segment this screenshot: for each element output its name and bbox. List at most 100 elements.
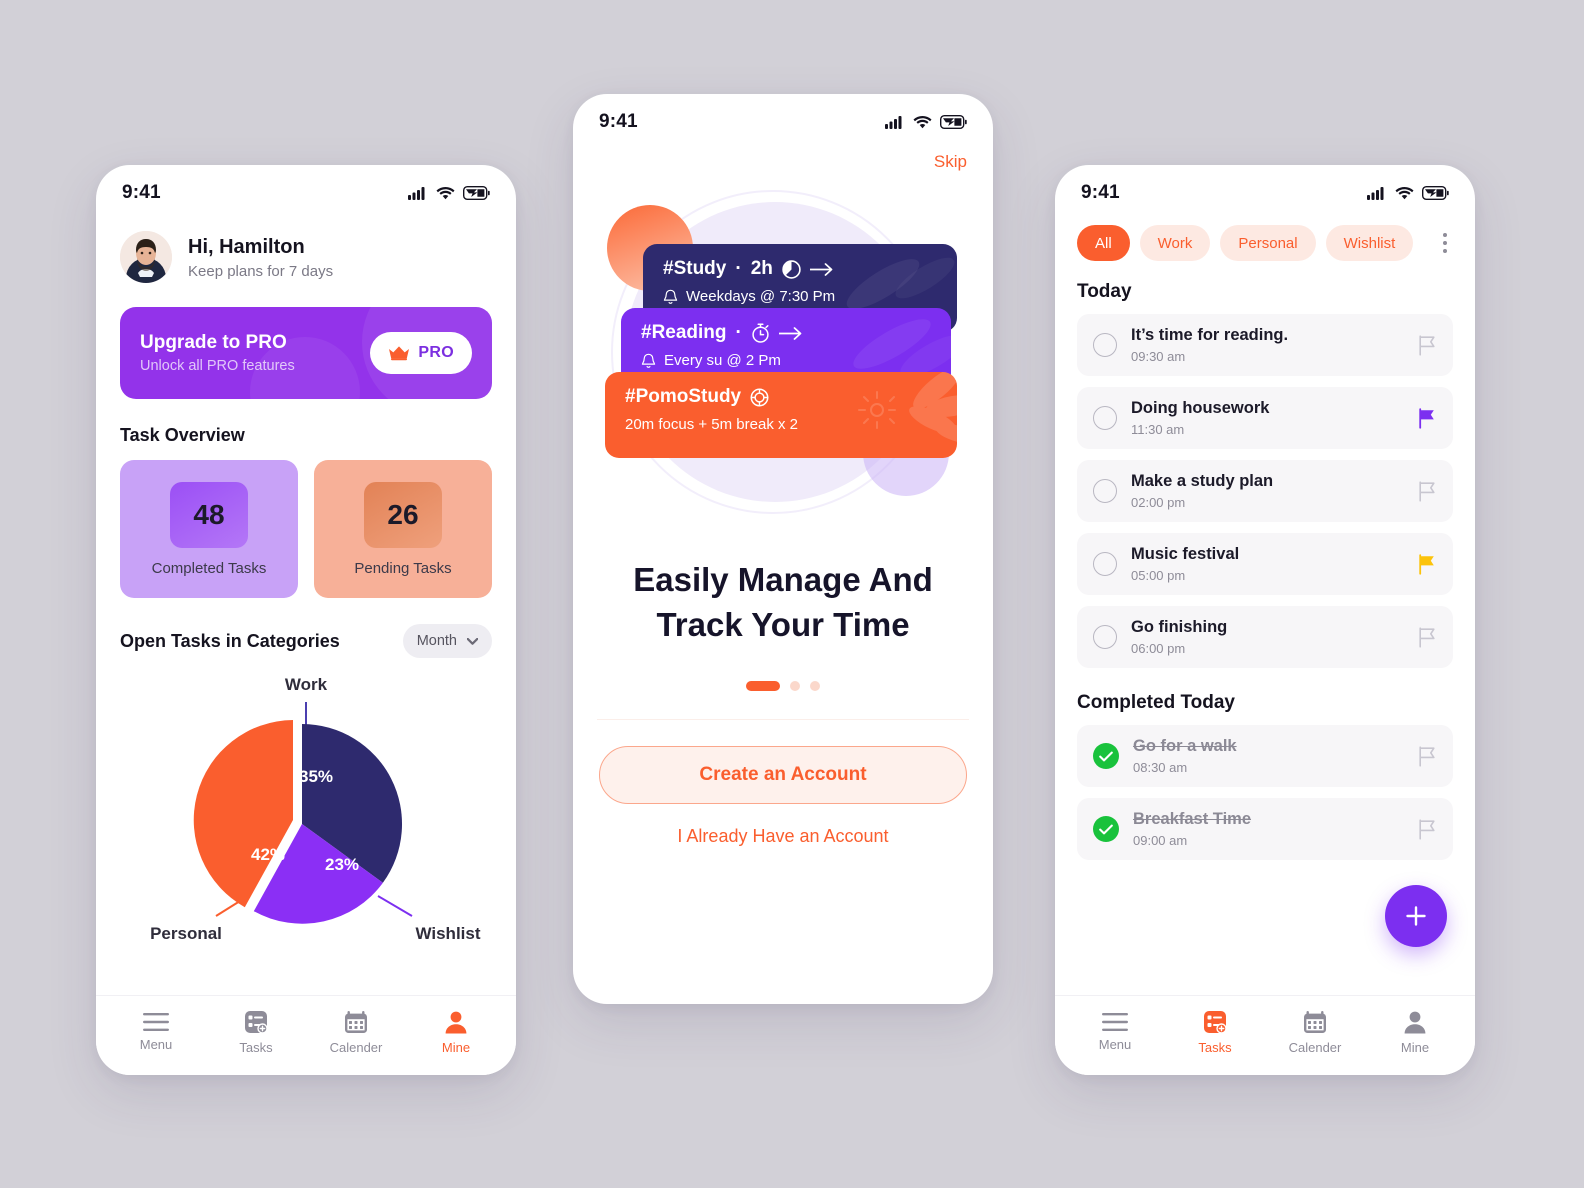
task-time: 09:30 am	[1131, 349, 1186, 364]
task-row[interactable]: Make a study plan 02:00 pm	[1077, 460, 1453, 522]
pie-leader-wishlist	[377, 895, 413, 917]
headline-line-1: Easily Manage And	[633, 561, 933, 598]
onboarding-headline: Easily Manage And Track Your Time	[573, 558, 993, 647]
categories-header: Open Tasks in Categories Month	[120, 624, 492, 658]
filter-chip-work[interactable]: Work	[1139, 225, 1211, 261]
pagination-dot-2[interactable]	[790, 681, 800, 692]
create-account-button[interactable]: Create an Account	[599, 746, 967, 805]
pending-tasks-card[interactable]: 26 Pending Tasks	[314, 460, 492, 598]
dashboard-content: Hi, Hamilton Keep plans for 7 days Upgra…	[96, 209, 516, 944]
task-row[interactable]: Music festival 05:00 pm	[1077, 533, 1453, 595]
nav-label-mine: Mine	[1400, 1040, 1430, 1055]
task-title: Make a study plan	[1131, 472, 1274, 490]
tasks-content: All Work Personal Wishlist Today It’s ti…	[1055, 209, 1475, 860]
flag-outline-icon[interactable]	[1418, 818, 1437, 840]
avatar-photo	[120, 231, 172, 283]
nav-item-tasks[interactable]: Tasks	[1179, 1010, 1251, 1055]
today-section-heading: Today	[1077, 281, 1132, 302]
phone-dashboard-screen: 9:41 Hi, Hamilton Keep plans for 7 days …	[96, 165, 516, 1075]
task-completed-check-icon[interactable]	[1093, 743, 1119, 769]
completed-tasks-value: 48	[193, 498, 225, 530]
nav-label-calender: Calender	[329, 1039, 383, 1055]
bottom-navigation-bar: Menu Tasks Calender Mine	[96, 995, 516, 1075]
flag-outline-icon[interactable]	[1418, 745, 1437, 767]
task-time: 11:30 am	[1131, 422, 1185, 437]
task-row[interactable]: Go finishing 06:00 pm	[1077, 606, 1453, 668]
status-bar-icons	[885, 115, 967, 129]
flag-filled-yellow-icon[interactable]	[1418, 553, 1437, 575]
task-content: It’s time for reading. 09:30 am	[1131, 326, 1404, 364]
nav-label-calender: Calender	[1288, 1039, 1342, 1055]
pending-tasks-chip: 26	[364, 481, 442, 548]
task-row[interactable]: Doing housework 11:30 am	[1077, 387, 1453, 449]
status-bar-time: 9:41	[599, 111, 638, 132]
illustration-card-pomostudy[interactable]: #PomoStudy 20m focus + 5m break x 2	[605, 372, 957, 458]
task-checkbox-icon[interactable]	[1093, 406, 1117, 430]
task-checkbox-icon[interactable]	[1093, 625, 1117, 649]
task-content: Breakfast Time 09:00 am	[1133, 810, 1404, 848]
nav-item-calender[interactable]: Calender	[1279, 1010, 1351, 1055]
task-checkbox-icon[interactable]	[1093, 333, 1117, 357]
plant-decoration-icon	[858, 372, 957, 444]
already-have-account-link[interactable]: I Already Have an Account	[573, 826, 993, 847]
crown-icon	[389, 346, 410, 361]
status-bar-time: 9:41	[1081, 182, 1120, 203]
nav-item-menu[interactable]: Menu	[1079, 1013, 1151, 1052]
pro-button[interactable]: PRO	[370, 332, 472, 374]
nav-label-tasks: Tasks	[1198, 1040, 1232, 1055]
task-row[interactable]: It’s time for reading. 09:30 am	[1077, 314, 1453, 376]
task-title: Go for a walk	[1133, 737, 1237, 755]
task-checkbox-icon[interactable]	[1093, 479, 1117, 503]
checkmark-icon	[1099, 824, 1113, 834]
pagination-dots	[573, 681, 993, 692]
add-task-fab[interactable]	[1385, 885, 1447, 947]
flag-outline-icon[interactable]	[1418, 626, 1437, 648]
completed-task-row[interactable]: Breakfast Time 09:00 am	[1077, 798, 1453, 860]
categories-pie-chart: Work 35% 42% 23% Personal Wishlist	[120, 664, 492, 944]
task-time: 09:00 am	[1133, 833, 1188, 848]
pagination-dot-3[interactable]	[810, 681, 820, 692]
flag-outline-icon[interactable]	[1418, 480, 1437, 502]
completed-tasks-card[interactable]: 48 Completed Tasks	[120, 460, 298, 598]
skip-button[interactable]: Skip	[934, 152, 967, 172]
cellular-signal-icon	[1367, 187, 1384, 200]
month-filter-dropdown[interactable]: Month	[402, 624, 492, 658]
person-icon	[445, 1011, 467, 1034]
checkmark-icon	[1099, 751, 1113, 761]
divider	[597, 719, 969, 721]
nav-item-mine[interactable]: Mine	[420, 1010, 492, 1055]
completed-task-row[interactable]: Go for a walk 08:30 am	[1077, 725, 1453, 787]
flag-outline-icon[interactable]	[1418, 334, 1437, 356]
filter-chip-all[interactable]: All	[1077, 225, 1130, 261]
filter-chip-personal[interactable]: Personal	[1220, 225, 1316, 261]
status-bar: 9:41	[96, 165, 516, 209]
nav-item-calender[interactable]: Calender	[320, 1010, 392, 1055]
nav-item-menu[interactable]: Menu	[120, 1013, 192, 1052]
pending-tasks-value: 26	[387, 498, 419, 530]
nav-item-tasks[interactable]: Tasks	[220, 1010, 292, 1055]
flag-filled-purple-icon[interactable]	[1418, 407, 1437, 429]
bell-icon	[663, 289, 678, 304]
task-content: Go finishing 06:00 pm	[1131, 618, 1404, 656]
status-bar-time: 9:41	[122, 182, 161, 203]
card-pomo-subtitle: 20m focus + 5m break x 2	[625, 416, 798, 433]
calendar-icon	[1304, 1010, 1326, 1033]
user-avatar[interactable]	[120, 231, 172, 283]
nav-item-mine[interactable]: Mine	[1379, 1010, 1451, 1055]
kebab-menu-icon[interactable]	[1437, 229, 1453, 257]
task-content: Make a study plan 02:00 pm	[1131, 472, 1404, 510]
pie-value-work: 35%	[299, 767, 333, 786]
task-title: Go finishing	[1131, 618, 1228, 636]
greeting-text: Hi, Hamilton Keep plans for 7 days	[188, 235, 333, 280]
card-reading-title: #Reading	[641, 322, 727, 343]
task-title: Breakfast Time	[1133, 810, 1252, 828]
pro-banner-title: Upgrade to PRO	[140, 332, 287, 353]
task-title: Music festival	[1131, 545, 1240, 563]
upgrade-to-pro-banner[interactable]: Upgrade to PRO Unlock all PRO features P…	[120, 307, 492, 399]
filter-chip-wishlist[interactable]: Wishlist	[1325, 225, 1414, 261]
pie-clock-icon	[782, 259, 801, 279]
pagination-dot-1[interactable]	[746, 681, 780, 692]
task-checkbox-icon[interactable]	[1093, 552, 1117, 576]
task-completed-check-icon[interactable]	[1093, 816, 1119, 842]
card-study-separator: ·	[735, 258, 742, 279]
